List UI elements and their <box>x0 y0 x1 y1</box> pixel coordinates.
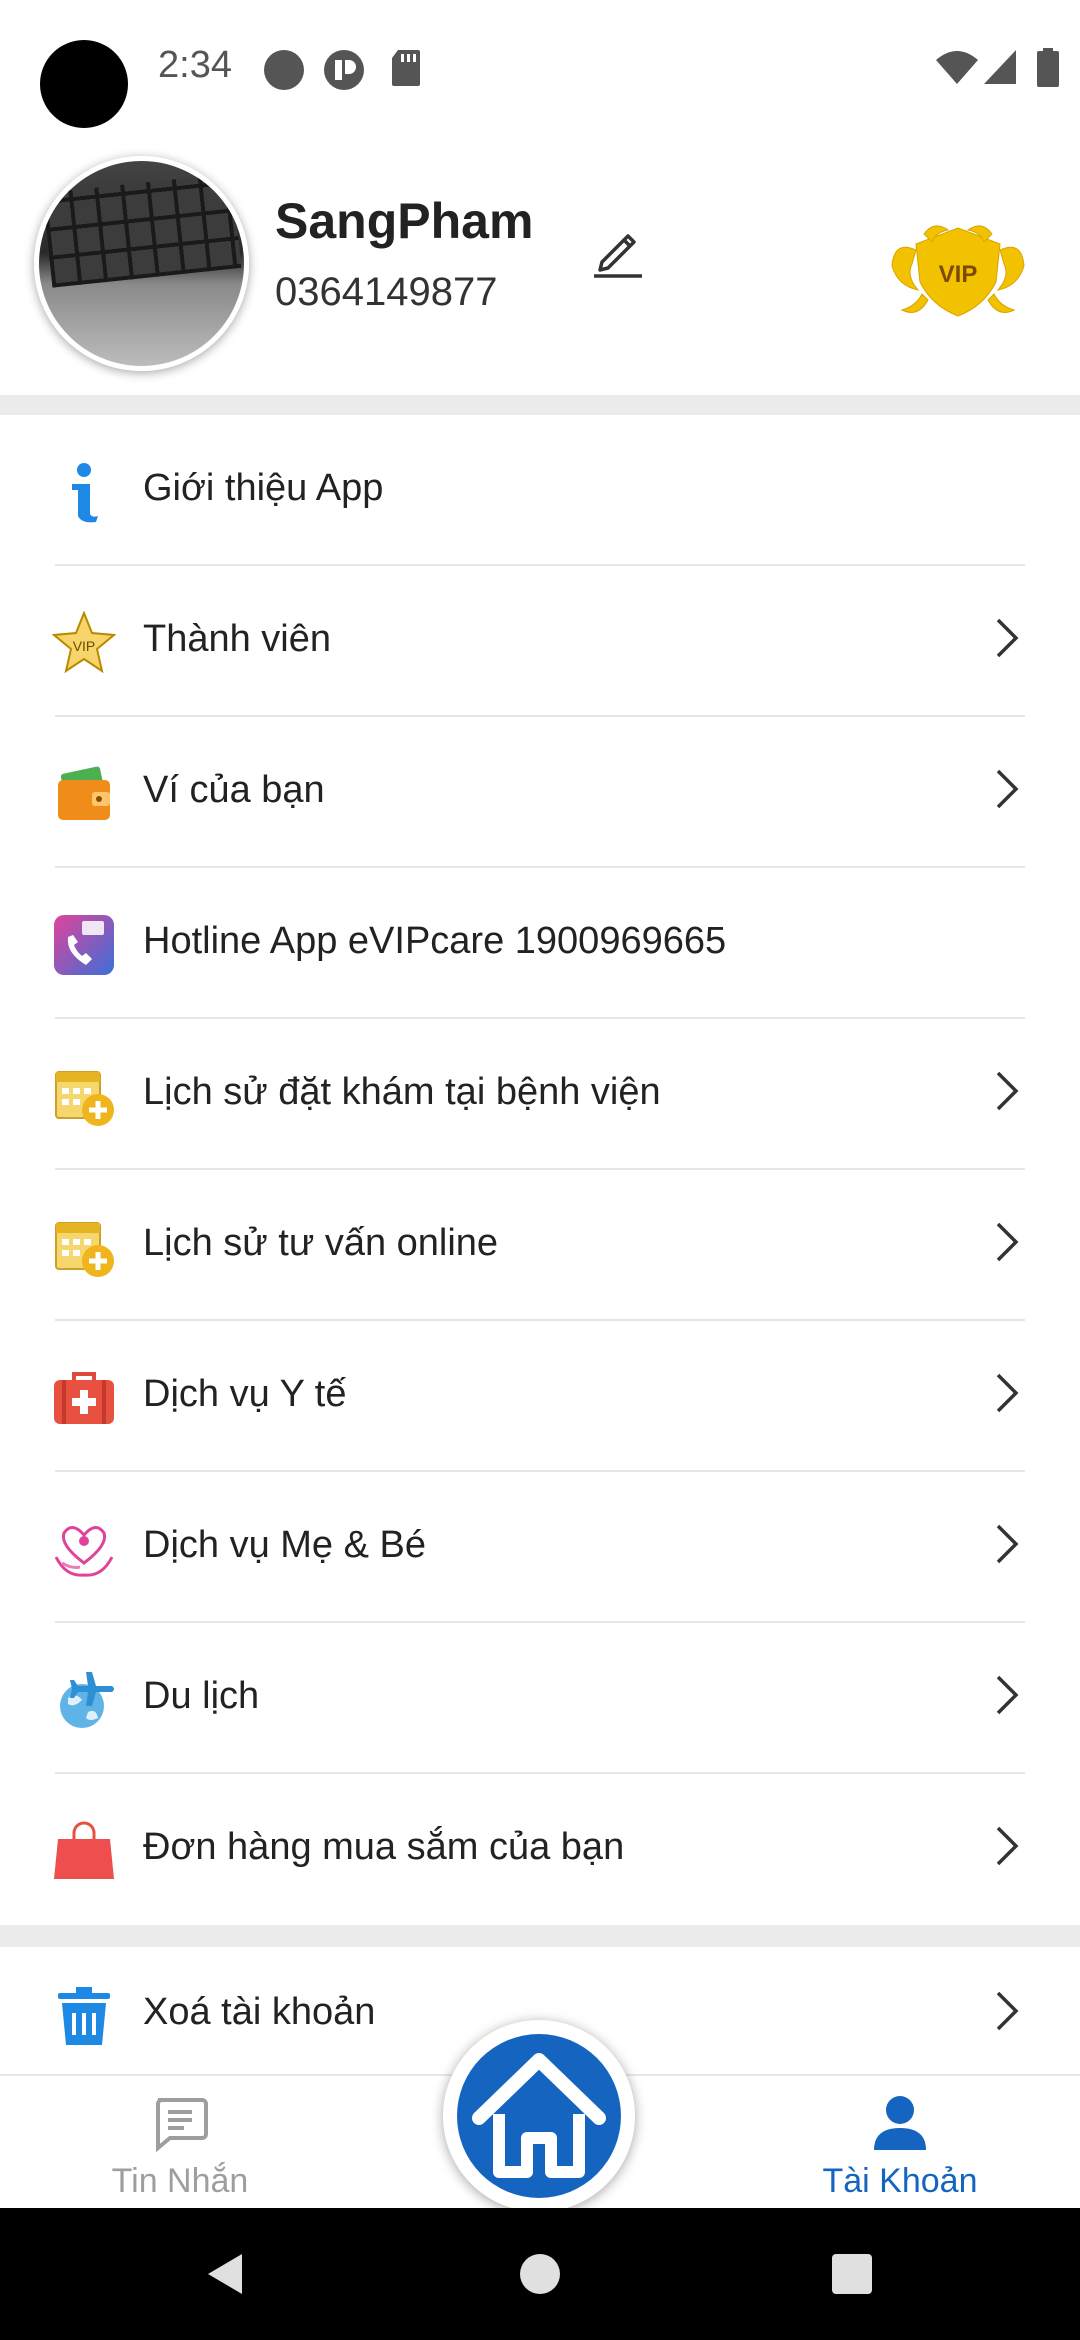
profile-phone: 0364149877 <box>275 270 498 314</box>
battery-icon <box>1037 48 1059 87</box>
system-navigation-bar <box>0 2208 1080 2340</box>
edit-profile-pencil-icon[interactable] <box>588 222 648 282</box>
menu-item-label: Lịch sử tư vấn online <box>143 1222 499 1264</box>
menu-item-label: Dịch vụ Y tế <box>143 1373 347 1415</box>
chat-message-icon <box>156 2098 208 2153</box>
travel-plane-icon <box>60 1672 114 1728</box>
shopping-bag-icon <box>54 1821 114 1879</box>
menu-item-travel[interactable]: Du lịch <box>0 1623 1080 1774</box>
profile-header: SangPham 0364149877 VIP <box>0 140 1080 395</box>
menu-item-label: Xoá tài khoản <box>143 1991 376 2033</box>
section-divider <box>0 395 1080 415</box>
recents-icon[interactable] <box>828 2250 876 2298</box>
hotline-phone-icon <box>54 915 114 975</box>
menu-item-wallet[interactable]: Ví của bạn <box>0 717 1080 868</box>
wallet-icon <box>58 766 110 820</box>
person-icon <box>874 2096 926 2150</box>
vip-badge-text: VIP <box>939 261 978 288</box>
signal-icon <box>984 50 1016 84</box>
home-circle-icon[interactable] <box>516 2250 564 2298</box>
back-icon[interactable] <box>202 2250 250 2298</box>
tab-messages-label: Tin Nhắn <box>111 2162 249 2200</box>
chevron-right-icon <box>996 1675 1019 1715</box>
avatar-photo <box>42 173 242 288</box>
front-camera-cutout <box>40 40 128 128</box>
vip-badge-icon: VIP <box>891 225 1025 317</box>
tab-messages[interactable]: Tin Nhắn <box>30 2076 330 2210</box>
chevron-right-icon <box>996 769 1019 809</box>
menu-item-shopping-orders[interactable]: Đơn hàng mua sắm của bạn <box>0 1774 1080 1925</box>
calendar-plus-icon <box>55 1222 114 1277</box>
menu-item-online-consult-history[interactable]: Lịch sử tư vấn online <box>0 1170 1080 1321</box>
menu-item-label: Giới thiệu App <box>143 467 384 509</box>
menu-item-label: Du lịch <box>143 1675 260 1717</box>
menu-item-mother-baby-services[interactable]: Dịch vụ Mẹ & Bé <box>0 1472 1080 1623</box>
menu-item-label: Hotline App eVIPcare 1900969665 <box>143 920 727 962</box>
tab-account-label: Tài Khoản <box>822 2162 978 2200</box>
chevron-right-icon <box>996 1222 1019 1262</box>
menu-item-hotline[interactable]: Hotline App eVIPcare 1900969665 <box>0 868 1080 1019</box>
info-icon <box>72 463 98 523</box>
chevron-right-icon <box>996 1071 1019 1111</box>
trash-icon <box>58 1987 110 2045</box>
menu-item-label: Dịch vụ Mẹ & Bé <box>143 1524 426 1566</box>
wifi-icon <box>936 51 978 84</box>
medical-kit-icon <box>54 1372 114 1424</box>
chevron-right-icon <box>996 1826 1019 1866</box>
home-icon <box>472 2053 606 2178</box>
svg-text:VIP: VIP <box>73 638 96 654</box>
menu-item-medical-services[interactable]: Dịch vụ Y tế <box>0 1321 1080 1472</box>
tab-account[interactable]: Tài Khoản <box>750 2076 1050 2210</box>
status-time: 2:34 <box>158 44 232 86</box>
menu-item-label: Đơn hàng mua sắm của bạn <box>143 1826 625 1868</box>
menu-item-label: Thành viên <box>143 618 332 660</box>
status-bar: 2:34 <box>0 0 1080 140</box>
chevron-right-icon <box>996 1524 1019 1564</box>
avatar[interactable] <box>34 156 249 371</box>
section-divider <box>0 1925 1080 1947</box>
menu-item-label: Ví của bạn <box>143 769 325 811</box>
vip-star-icon: VIP <box>52 611 116 674</box>
mother-baby-icon <box>54 1526 114 1577</box>
account-menu: Giới thiệu App VIP Thành viên Ví của bạn… <box>0 415 1080 2098</box>
app-notification-icon <box>324 50 364 90</box>
menu-item-membership[interactable]: VIP Thành viên <box>0 566 1080 717</box>
chevron-right-icon <box>996 1991 1019 2031</box>
chevron-right-icon <box>996 1373 1019 1413</box>
calendar-plus-icon <box>55 1071 114 1126</box>
profile-name: SangPham <box>275 193 534 249</box>
menu-item-label: Lịch sử đặt khám tại bệnh viện <box>143 1071 661 1113</box>
sd-card-icon <box>392 50 420 86</box>
chevron-right-icon <box>996 618 1019 658</box>
notification-dot-icon <box>264 50 304 90</box>
menu-item-hospital-booking-history[interactable]: Lịch sử đặt khám tại bệnh viện <box>0 1019 1080 1170</box>
home-button[interactable] <box>443 2020 635 2212</box>
menu-item-about-app[interactable]: Giới thiệu App <box>0 415 1080 566</box>
